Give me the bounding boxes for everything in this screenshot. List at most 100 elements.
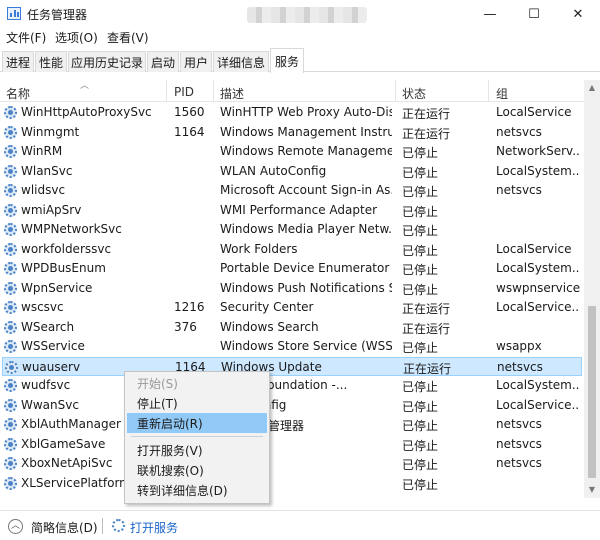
cell-status: 已停止 <box>402 419 439 433</box>
menu-options[interactable]: 选项(O) <box>55 29 98 46</box>
cell-description: WinHTTP Web Proxy Auto-Dis... <box>220 105 392 119</box>
cell-name: WinRM <box>21 144 63 158</box>
vertical-scrollbar[interactable]: ▲ ▼ <box>584 80 600 498</box>
menu-file[interactable]: 文件(F) <box>6 29 46 46</box>
table-row[interactable]: WSService Windows Store Service (WSS... 已停… <box>2 337 582 357</box>
cell-name: Winmgmt <box>21 124 80 139</box>
table-row[interactable]: WPDBusEnum Portable Device Enumerator ...… <box>2 259 582 279</box>
table-row[interactable]: WinHttpAutoProxySvc 1560 WinHTTP Web Proxy… <box>2 103 582 123</box>
menu-item-start[interactable]: 开始(S) <box>127 373 267 393</box>
cell-status: 已停止 <box>402 185 439 199</box>
cell-status: 已停止 <box>402 204 439 219</box>
cell-status: 已停止 <box>402 458 439 472</box>
menu-item-open-services[interactable]: 打开服务(V) <box>127 440 267 460</box>
tab-processes[interactable]: 进程 <box>2 51 34 72</box>
table-row[interactable]: XblAuthManager身份验证管理器已停止netsvcs <box>2 415 582 435</box>
cell-status: 已停止 <box>402 341 439 355</box>
table-row[interactable]: XblGameSave游戏保存已停止netsvcs <box>2 435 582 455</box>
gear-icon <box>4 398 17 412</box>
maximize-button[interactable]: ☐ <box>512 0 556 28</box>
cell-status: 已停止 <box>402 263 439 277</box>
chevron-up-icon[interactable]: ︿ <box>8 519 23 534</box>
table-row[interactable]: WinRM Windows Remote Manageme... 已停止 Networ… <box>2 142 582 162</box>
gear-icon <box>4 242 17 256</box>
table-row[interactable]: wmiApSrv WMI Performance Adapter 已停止 <box>2 201 582 221</box>
cell-name: WMPNetworkSvc <box>21 222 122 236</box>
column-header-description[interactable]: 描述 <box>220 85 244 102</box>
gear-icon <box>4 340 17 353</box>
close-button[interactable]: ✕ <box>556 0 600 28</box>
table-row[interactable]: WSearch 376 Windows Search 正在运行 <box>2 318 582 338</box>
menu-item-stop[interactable]: 停止(T) <box>127 393 267 413</box>
scrollbar-thumb[interactable] <box>588 306 596 478</box>
cell-status: 已停止 <box>402 282 439 297</box>
cell-description: Windows Media Player Netw... <box>220 222 392 236</box>
cell-description: WMI Performance Adapter <box>220 202 378 217</box>
table-row[interactable]: workfolderssvc Work Folders 已停止 LocalServic… <box>2 240 582 260</box>
gear-icon <box>4 106 17 119</box>
cell-group: netsvcs <box>496 456 542 470</box>
services-table: ︿ 名称 PID 描述 状态 组 WinHttpAutoProxySvc 1560… <box>0 80 584 498</box>
column-header-name[interactable]: 名称 <box>6 85 30 102</box>
scroll-up-icon[interactable]: ▲ <box>584 80 600 96</box>
cell-status: 已停止 <box>402 243 439 258</box>
cell-status: 正在运行 <box>402 321 451 336</box>
open-services-link[interactable]: 打开服务 <box>130 519 178 536</box>
cell-group: netsvcs <box>496 417 542 431</box>
minimize-button[interactable]: — <box>468 0 512 28</box>
menu-item-search-online[interactable]: 联机搜索(O) <box>127 460 267 480</box>
table-row[interactable]: wudfsvc Driver Foundation -... 已停止 LocalSys… <box>2 376 582 396</box>
tab-startup[interactable]: 启动 <box>147 51 179 72</box>
menu-separator <box>131 436 263 437</box>
divider <box>102 518 103 534</box>
cell-status: 已停止 <box>402 399 439 414</box>
cell-name: WinHttpAutoProxySvc <box>21 105 152 119</box>
menu-item-go-to-details[interactable]: 转到详细信息(D) <box>127 480 267 500</box>
table-row[interactable]: XLServicePlatformPlatform已停止 <box>2 474 582 494</box>
table-row[interactable]: wlidsvc Microsoft Account Sign-in As... 已停… <box>2 181 582 201</box>
cell-status: 已停止 <box>402 224 439 238</box>
cell-status: 正在运行 <box>402 302 451 316</box>
cell-name: wmiApSrv <box>21 202 82 217</box>
gear-icon <box>4 164 17 178</box>
fewer-details-link[interactable]: 简略信息(D) <box>31 519 98 536</box>
cell-status: 已停止 <box>402 477 439 492</box>
table-row[interactable]: WwanSvcAutoConfig已停止LocalService... <box>2 396 582 416</box>
gear-icon <box>4 379 17 392</box>
table-row[interactable]: XboxNetApiSvc网络服务已停止netsvcs <box>2 454 582 474</box>
gear-icon <box>4 184 17 197</box>
tab-performance[interactable]: 性能 <box>35 51 67 72</box>
cell-description: Windows Push Notifications S... <box>220 280 392 295</box>
cell-name: WSearch <box>21 319 75 334</box>
table-row[interactable]: WMPNetworkSvc Windows Media Player Netw..… <box>2 220 582 240</box>
menu-bar: 文件(F) 选项(O) 查看(V) <box>0 28 600 48</box>
cell-name: WpnService <box>21 280 93 295</box>
cell-group: netsvcs <box>496 436 542 451</box>
table-row[interactable]: wscsvc 1216 Security Center 正在运行 LocalServic… <box>2 298 582 318</box>
cell-pid: 1560 <box>174 105 205 119</box>
tab-details[interactable]: 详细信息 <box>213 51 269 72</box>
column-header-status[interactable]: 状态 <box>402 85 426 102</box>
cell-name: WPDBusEnum <box>21 261 106 275</box>
table-row[interactable]: WlanSvc WLAN AutoConfig 已停止 LocalSystem... <box>2 162 582 182</box>
cell-status: 已停止 <box>402 438 439 453</box>
menu-view[interactable]: 查看(V) <box>107 29 149 46</box>
table-row[interactable]: Winmgmt 1164 Windows Management Instru... 正… <box>2 123 582 143</box>
context-menu: 开始(S) 停止(T) 重新启动(R) 打开服务(V) 联机搜索(O) 转到详细… <box>124 371 270 504</box>
menu-item-restart[interactable]: 重新启动(R) <box>127 413 267 433</box>
table-row[interactable]: WpnService Windows Push Notifications S..… <box>2 279 582 299</box>
cell-group: LocalSystem... <box>496 163 580 178</box>
tab-services[interactable]: 服务 <box>270 48 304 73</box>
gear-icon <box>5 360 18 374</box>
table-row[interactable]: wuauserv 1164 Windows Update 正在运行 netsvcs <box>2 356 582 376</box>
scroll-down-icon[interactable]: ▼ <box>584 482 600 498</box>
column-header-pid[interactable]: PID <box>174 85 194 99</box>
tab-users[interactable]: 用户 <box>180 51 212 72</box>
tab-app-history[interactable]: 应用历史记录 <box>68 51 146 72</box>
gear-icon <box>112 519 125 532</box>
cell-pid: 1216 <box>174 300 205 314</box>
cell-description: WLAN AutoConfig <box>220 163 327 178</box>
cell-name: wlidsvc <box>21 183 66 197</box>
gear-icon <box>4 281 17 295</box>
column-header-group[interactable]: 组 <box>496 85 508 102</box>
